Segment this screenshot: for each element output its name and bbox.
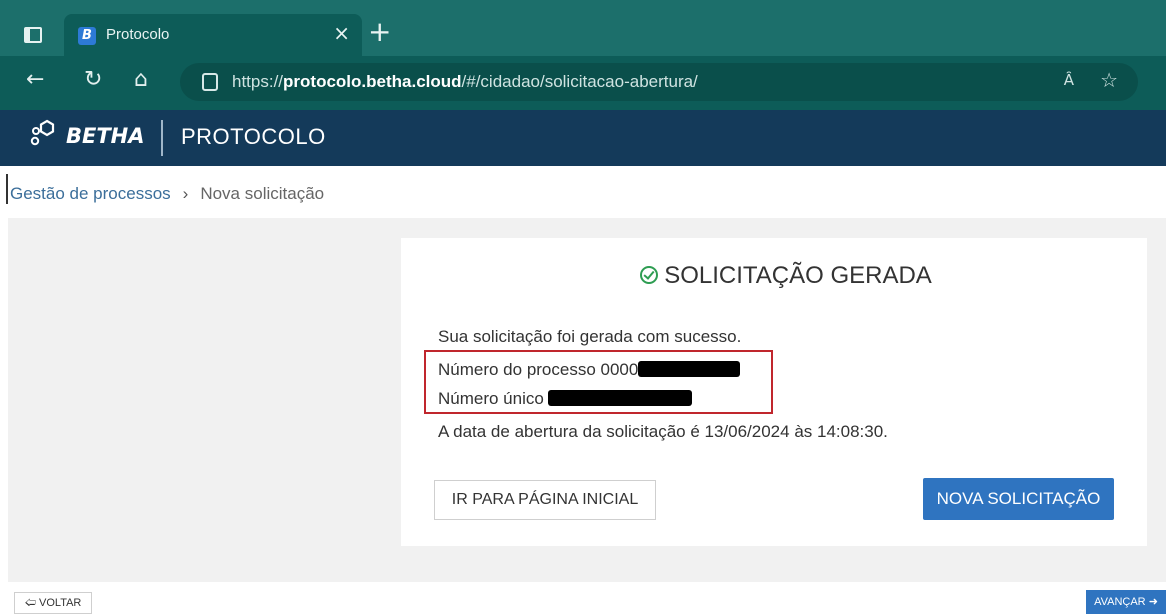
breadcrumb-link-gestao[interactable]: Gestão de processos	[10, 184, 171, 203]
back-button-label: VOLTAR	[39, 597, 82, 609]
arrow-right-icon: ➜	[1148, 596, 1158, 608]
new-request-button[interactable]: NOVA SOLICITAÇÃO	[923, 478, 1114, 520]
close-tab-icon[interactable]: ×	[333, 23, 350, 43]
back-button[interactable]: 🢠 VOLTAR	[14, 592, 92, 614]
read-aloud-icon[interactable]: Ȃ	[1064, 71, 1074, 89]
success-message: Sua solicitação foi gerada com sucesso.	[438, 327, 742, 346]
window-icon[interactable]	[24, 27, 42, 43]
next-button-label: AVANÇAR	[1094, 596, 1146, 608]
url-text[interactable]: https://protocolo.betha.cloud/#/cidadao/…	[232, 72, 698, 92]
breadcrumb-current: Nova solicitação	[200, 184, 325, 203]
home-icon[interactable]: ⌂	[134, 68, 148, 92]
address-bar[interactable]: https://protocolo.betha.cloud/#/cidadao/…	[180, 63, 1138, 101]
browser-toolbar: ← ↻ ⌂ https://protocolo.betha.cloud/#/ci…	[0, 56, 1166, 110]
highlight-box	[424, 350, 773, 414]
breadcrumb-edge	[6, 174, 8, 204]
breadcrumb-separator: ›	[182, 184, 189, 203]
app-header	[0, 110, 1166, 166]
header-divider	[161, 120, 163, 156]
back-icon[interactable]: ←	[26, 68, 44, 92]
betha-logo-icon	[30, 119, 55, 146]
tab-favicon-icon: B	[78, 27, 96, 45]
brand-name: BETHA	[66, 124, 145, 148]
favorite-star-icon[interactable]: ☆	[1100, 68, 1118, 92]
opening-date: A data de abertura da solicitação é 13/0…	[438, 422, 888, 441]
lock-icon[interactable]	[202, 73, 218, 91]
result-card: SOLICITAÇÃO GERADA Sua solicitação foi g…	[401, 238, 1147, 546]
arrow-left-icon: 🢠	[24, 597, 36, 609]
card-title: SOLICITAÇÃO GERADA	[401, 262, 1147, 290]
card-title-text: SOLICITAÇÃO GERADA	[664, 262, 932, 289]
go-home-button[interactable]: IR PARA PÁGINA INICIAL	[434, 480, 656, 520]
browser-tab[interactable]: B Protocolo ×	[64, 14, 362, 56]
refresh-icon[interactable]: ↻	[84, 68, 102, 92]
product-name: PROTOCOLO	[181, 124, 326, 149]
check-circle-icon	[640, 266, 659, 284]
next-button[interactable]: AVANÇAR ➜	[1086, 590, 1166, 614]
tab-title: Protocolo	[106, 26, 170, 43]
new-tab-icon[interactable]: +	[368, 18, 391, 46]
browser-tab-strip: B Protocolo × +	[0, 0, 1166, 56]
breadcrumb: Gestão de processos › Nova solicitação	[10, 184, 324, 204]
